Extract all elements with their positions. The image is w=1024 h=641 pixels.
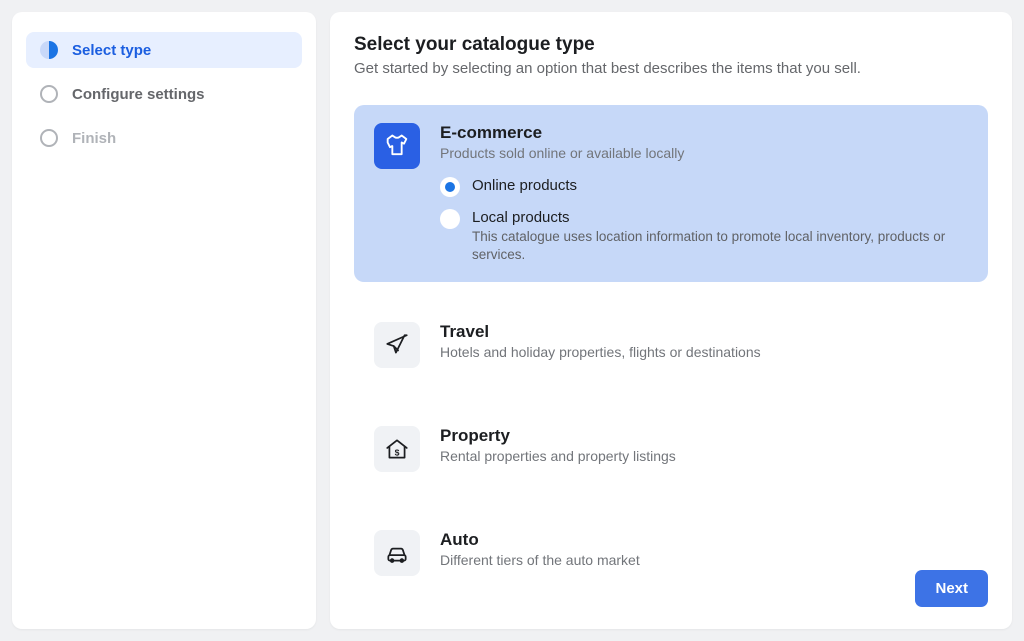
wizard-sidebar: Select type Configure settings Finish (12, 12, 316, 629)
option-desc: Hotels and holiday properties, flights o… (440, 344, 968, 360)
step-finish[interactable]: Finish (26, 120, 302, 156)
main-panel: Select your catalogue type Get started b… (330, 12, 1012, 629)
option-desc: Different tiers of the auto market (440, 552, 968, 568)
empty-circle-icon (40, 129, 58, 147)
radio-label: Online products (472, 177, 577, 194)
ecommerce-radio-group: Online products Local products This cata… (440, 177, 968, 264)
option-desc: Products sold online or available locall… (440, 145, 968, 161)
option-body: Property Rental properties and property … (440, 426, 968, 472)
option-title: Auto (440, 530, 968, 550)
empty-circle-icon (40, 85, 58, 103)
step-select-type[interactable]: Select type (26, 32, 302, 68)
svg-text:$: $ (395, 448, 400, 458)
option-title: Travel (440, 322, 968, 342)
half-circle-icon (40, 41, 58, 59)
option-title: E-commerce (440, 123, 968, 143)
radio-icon (440, 209, 460, 229)
step-label: Finish (72, 130, 116, 147)
radio-local-products[interactable]: Local products This catalogue uses locat… (440, 209, 968, 264)
plane-icon (374, 322, 420, 368)
next-button[interactable]: Next (915, 570, 988, 607)
step-label: Select type (72, 42, 151, 59)
catalogue-options: E-commerce Products sold online or avail… (354, 105, 988, 594)
shirt-icon (374, 123, 420, 169)
option-title: Property (440, 426, 968, 446)
option-body: E-commerce Products sold online or avail… (440, 123, 968, 264)
radio-sublabel: This catalogue uses location information… (472, 228, 968, 264)
radio-label: Local products (472, 209, 968, 226)
option-property[interactable]: $ Property Rental properties and propert… (354, 408, 988, 490)
car-icon (374, 530, 420, 576)
option-desc: Rental properties and property listings (440, 448, 968, 464)
radio-online-products[interactable]: Online products (440, 177, 968, 197)
option-auto[interactable]: Auto Different tiers of the auto market (354, 512, 988, 594)
step-label: Configure settings (72, 86, 205, 103)
option-body: Auto Different tiers of the auto market (440, 530, 968, 576)
option-travel[interactable]: Travel Hotels and holiday properties, fl… (354, 304, 988, 386)
step-configure-settings[interactable]: Configure settings (26, 76, 302, 112)
page-subtitle: Get started by selecting an option that … (354, 60, 988, 77)
option-body: Travel Hotels and holiday properties, fl… (440, 322, 968, 368)
option-ecommerce[interactable]: E-commerce Products sold online or avail… (354, 105, 988, 282)
radio-icon (440, 177, 460, 197)
house-dollar-icon: $ (374, 426, 420, 472)
page-title: Select your catalogue type (354, 34, 988, 56)
